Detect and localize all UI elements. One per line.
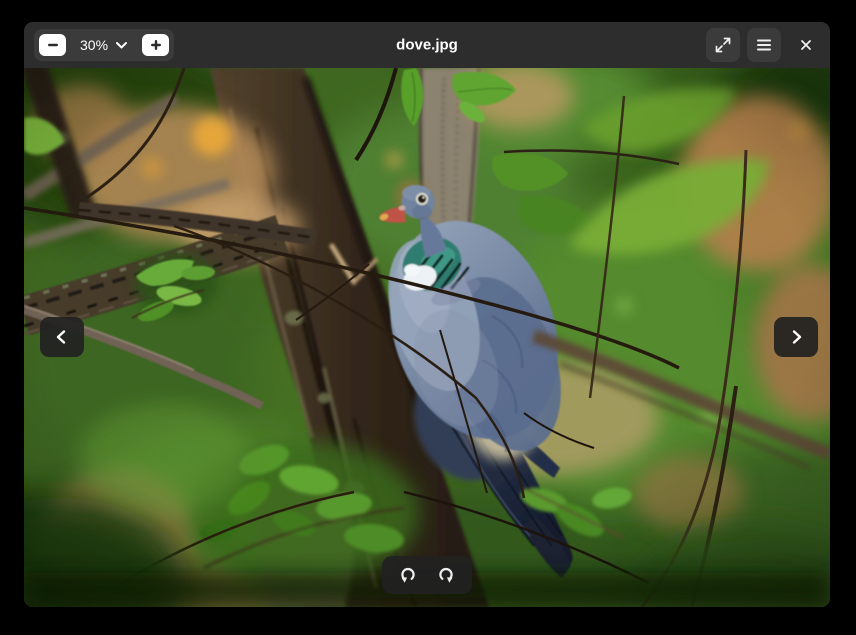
zoom-in-icon [150,39,162,51]
headerbar: 30% dove.jpg [24,22,830,68]
zoom-controls: 30% [34,29,174,61]
chevron-down-icon [115,41,128,50]
image-viewer-window: 30% dove.jpg [24,22,830,607]
rotate-toolbar [382,556,472,594]
chevron-left-icon [52,327,72,347]
photo-dove [24,68,830,607]
fullscreen-button[interactable] [706,28,740,62]
hamburger-menu-icon [757,39,771,51]
fullscreen-icon [715,37,731,53]
header-right-controls [706,28,820,62]
photo-canvas [24,68,830,607]
rotate-counterclockwise-icon [398,565,418,585]
rotate-clockwise-button[interactable] [434,563,458,587]
next-image-button[interactable] [774,317,818,357]
close-window-button[interactable] [792,31,820,59]
chevron-right-icon [786,327,806,347]
rotate-clockwise-icon [436,565,456,585]
rotate-counterclockwise-button[interactable] [396,563,420,587]
previous-image-button[interactable] [40,317,84,357]
zoom-level-value: 30% [80,38,108,52]
zoom-out-icon [47,39,59,51]
zoom-in-button[interactable] [142,34,169,56]
zoom-out-button[interactable] [39,34,66,56]
close-icon [800,39,812,51]
zoom-level-dropdown[interactable]: 30% [71,29,137,61]
window-title: dove.jpg [396,37,458,54]
main-menu-button[interactable] [747,28,781,62]
